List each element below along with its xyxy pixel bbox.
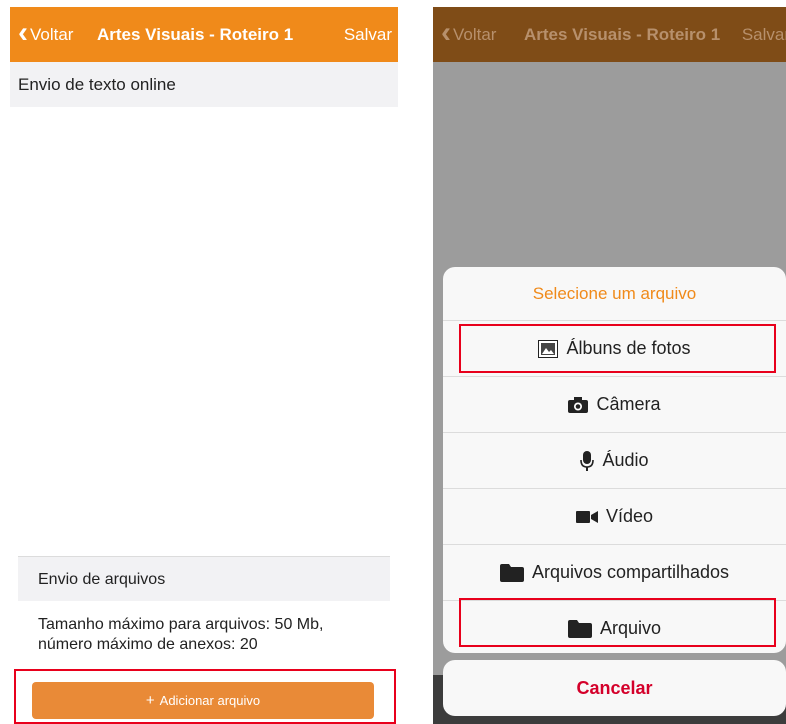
option-label: Áudio	[602, 450, 649, 470]
online-text-area[interactable]	[10, 107, 398, 547]
option-label: Álbuns de fotos	[566, 338, 691, 358]
nav-bar: ‹ Voltar Artes Visuais - Roteiro 1 Salva…	[10, 7, 398, 62]
cancel-button[interactable]: Cancelar	[443, 660, 786, 716]
save-button[interactable]: Salvar	[344, 7, 392, 62]
option-label: Arquivo	[599, 618, 662, 638]
option-label: Arquivos compartilhados	[531, 562, 730, 582]
plus-icon: +	[145, 692, 155, 709]
camera-icon	[568, 396, 589, 413]
option-audio[interactable]: Áudio	[443, 433, 786, 489]
back-label: Voltar	[30, 24, 74, 44]
option-label: Vídeo	[605, 506, 654, 526]
option-shared-files[interactable]: Arquivos compartilhados	[443, 545, 786, 601]
page-title: Artes Visuais - Roteiro 1	[524, 25, 721, 44]
back-label: Voltar	[453, 24, 497, 44]
screen-assignment-form: ‹ Voltar Artes Visuais - Roteiro 1 Salva…	[10, 7, 398, 724]
photo-album-icon	[538, 339, 559, 358]
back-button[interactable]: ‹ Voltar	[18, 7, 73, 62]
action-sheet-title: Selecione um arquivo	[443, 267, 786, 321]
folder-icon	[567, 619, 592, 638]
file-limits-text: Tamanho máximo para arquivos: 50 Mb, núm…	[38, 616, 324, 653]
save-button[interactable]: Salvar	[742, 7, 786, 62]
option-photo-albums[interactable]: Álbuns de fotos	[443, 321, 786, 377]
option-label: Câmera	[596, 394, 661, 414]
file-submission-header: Envio de arquivos	[18, 556, 390, 601]
chevron-left-icon: ‹	[441, 15, 451, 49]
nav-bar-dimmed: ‹ Voltar Artes Visuais - Roteiro 1 Salva…	[433, 7, 786, 62]
back-button[interactable]: ‹ Voltar	[441, 7, 496, 62]
action-sheet: Selecione um arquivo Álbuns de fotos Câm…	[443, 267, 786, 653]
chevron-left-icon: ‹	[18, 15, 28, 49]
video-camera-icon	[575, 510, 598, 524]
add-file-button[interactable]: + Adicionar arquivo	[32, 682, 374, 719]
page-title: Artes Visuais - Roteiro 1	[97, 25, 294, 44]
folder-icon	[499, 563, 524, 582]
option-file[interactable]: Arquivo	[443, 601, 786, 653]
option-camera[interactable]: Câmera	[443, 377, 786, 433]
text-submission-header: Envio de texto online	[10, 62, 398, 107]
screen-file-picker: ‹ Voltar Artes Visuais - Roteiro 1 Salva…	[433, 7, 786, 724]
option-video[interactable]: Vídeo	[443, 489, 786, 545]
add-file-label: Adicionar arquivo	[159, 693, 261, 708]
microphone-icon	[580, 450, 595, 471]
